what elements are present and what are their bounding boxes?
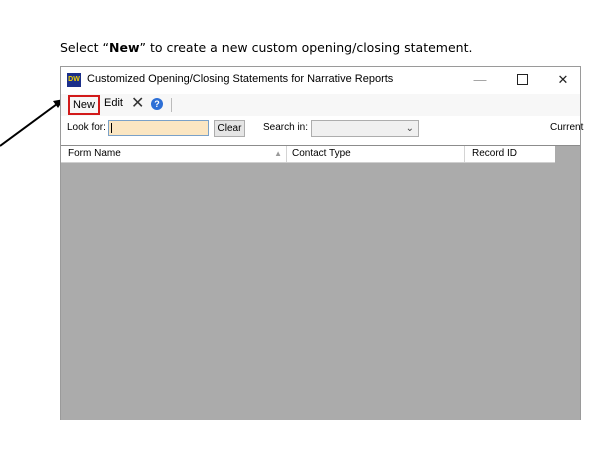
title-bar: DW Customized Opening/Closing Statements… (61, 67, 580, 93)
grid-header: Form Name ▲ Contact Type Record ID (61, 146, 555, 163)
minimize-button[interactable]: — (465, 70, 495, 90)
dialog-window: DW Customized Opening/Closing Statements… (60, 66, 584, 420)
search-in-label: Search in: (263, 122, 309, 133)
look-for-input[interactable] (108, 120, 209, 136)
app-icon: DW (67, 73, 81, 87)
maximize-button[interactable] (507, 70, 537, 90)
delete-icon[interactable]: ✕ (131, 95, 144, 113)
close-button[interactable]: ✕ (548, 70, 578, 90)
look-for-label: Look for: (67, 122, 106, 133)
sort-ascending-icon: ▲ (274, 149, 282, 158)
chevron-down-icon: ⌄ (405, 123, 414, 134)
window-title: Customized Opening/Closing Statements fo… (87, 73, 394, 85)
column-header-contact-type[interactable]: Contact Type (287, 146, 465, 162)
edit-button[interactable]: Edit (104, 97, 123, 109)
toolbar: New Edit ✕ ? (61, 94, 580, 116)
column-header-form-name-label: Form Name (68, 148, 121, 159)
search-bar: Look for: Clear Search in: ⌄ Current (61, 118, 584, 140)
current-label: Current (550, 122, 584, 133)
maximize-icon (516, 74, 528, 86)
help-icon[interactable]: ? (151, 98, 163, 110)
column-header-record-id[interactable]: Record ID (465, 146, 555, 162)
column-header-form-name[interactable]: Form Name ▲ (61, 146, 287, 162)
records-grid[interactable]: Form Name ▲ Contact Type Record ID (61, 145, 580, 420)
new-button[interactable]: New (68, 95, 100, 115)
toolbar-separator (171, 98, 172, 112)
clear-button[interactable]: Clear (214, 120, 245, 137)
search-in-select[interactable]: ⌄ (311, 120, 419, 137)
